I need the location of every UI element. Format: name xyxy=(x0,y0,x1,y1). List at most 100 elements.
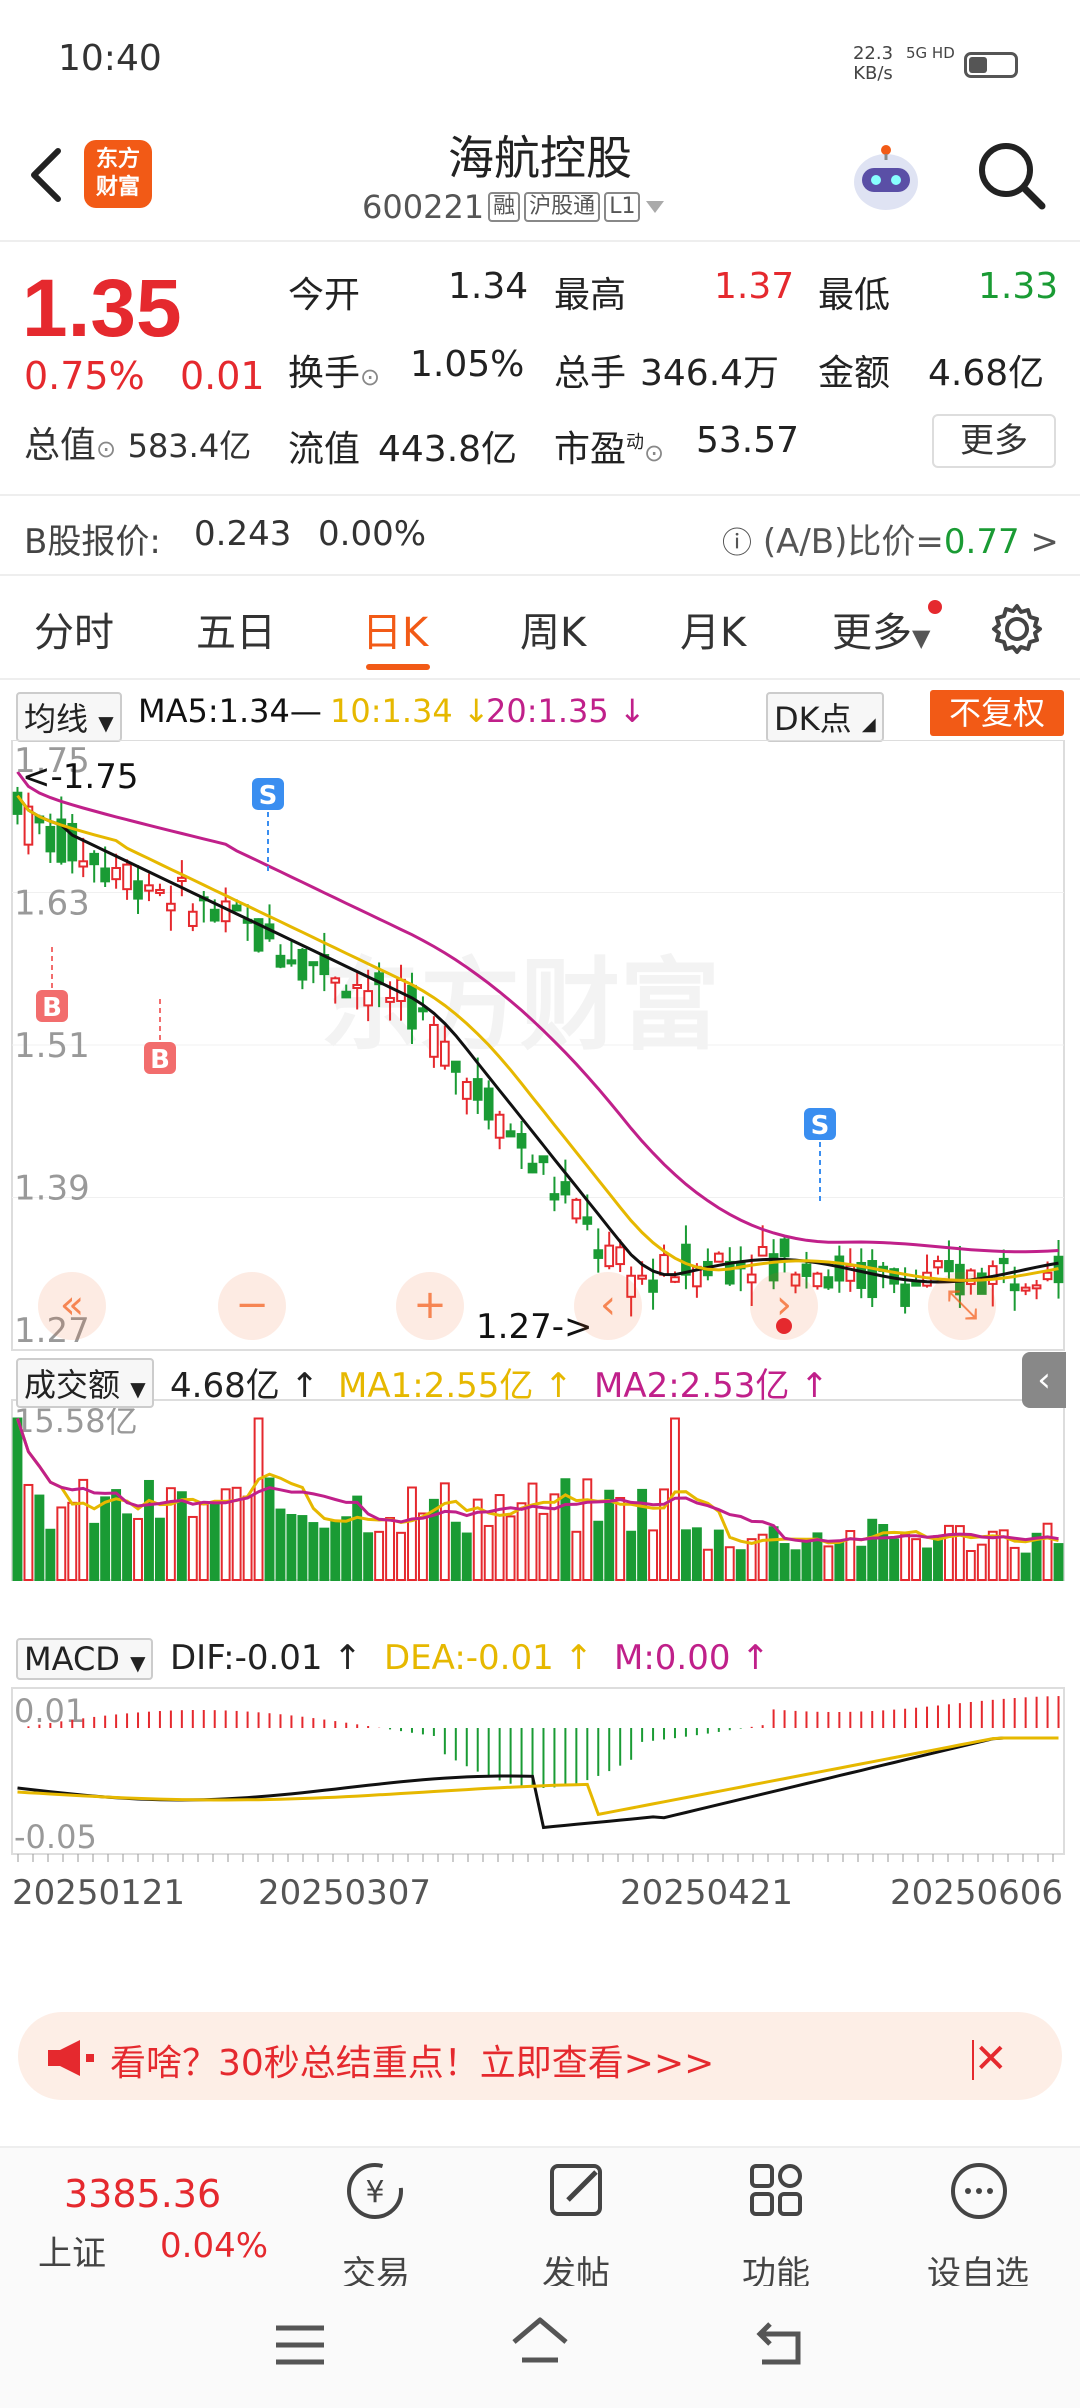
menu-icon[interactable] xyxy=(272,2320,328,2374)
open-label: 今开 xyxy=(288,275,361,316)
more-quote-button[interactable]: 更多 xyxy=(932,414,1056,468)
tab-weekly-k[interactable]: 周K xyxy=(520,600,586,658)
macd-dif: DIF:-0.01 ↑ xyxy=(170,1638,362,1678)
volume-bar xyxy=(111,1489,122,1582)
volume-bar xyxy=(976,1543,987,1581)
volume-bar xyxy=(867,1518,878,1581)
volume-bar xyxy=(198,1503,209,1581)
candle-body xyxy=(648,1279,658,1293)
candle-body xyxy=(440,1040,450,1067)
functions-icon[interactable] xyxy=(742,2156,812,2230)
volume-bar xyxy=(691,1527,702,1582)
date-tick-label: 20250307 xyxy=(258,1873,431,1913)
back-arrow-icon xyxy=(31,148,61,202)
volume-bar xyxy=(527,1482,538,1582)
status-time: 10:40 xyxy=(58,38,162,79)
notification-dot xyxy=(928,600,942,614)
settings-button[interactable] xyxy=(990,602,1044,660)
candle-body xyxy=(593,1249,604,1259)
tab-intraday[interactable]: 分时 xyxy=(34,600,114,658)
zoom-out-button[interactable]: − xyxy=(218,1272,286,1340)
low-value: 1.33 xyxy=(978,266,1059,307)
candle-body xyxy=(352,983,363,989)
candle-body xyxy=(659,1254,669,1276)
candle-body xyxy=(155,888,165,894)
volume-bar xyxy=(407,1486,417,1581)
caret-down-icon[interactable] xyxy=(644,199,666,215)
search-button[interactable] xyxy=(974,138,1050,214)
candle-body xyxy=(527,1162,538,1174)
tab-more[interactable]: 更多▼ xyxy=(832,600,930,658)
candle-body xyxy=(144,884,154,892)
trade-icon[interactable]: ¥ xyxy=(340,2156,410,2230)
candle-body xyxy=(308,961,319,967)
candle-body xyxy=(998,1257,1009,1265)
back-nav-icon[interactable] xyxy=(752,2316,808,2376)
volume-bar xyxy=(374,1530,385,1582)
ab-ratio[interactable]: ⓘ (A/B)比价=0.77 > xyxy=(722,514,1059,563)
margin-tag: 融 xyxy=(488,192,521,222)
candle-body xyxy=(823,1276,834,1289)
volume-bar xyxy=(922,1547,932,1581)
volume-bar xyxy=(593,1520,604,1581)
index-value[interactable]: 3385.36 xyxy=(64,2172,221,2216)
tab-daily-k[interactable]: 日K xyxy=(362,600,428,658)
volume-bar xyxy=(735,1549,746,1581)
pe-label[interactable]: 市盈动⊙ xyxy=(554,420,664,472)
adjustment-button[interactable]: 不复权 xyxy=(930,690,1064,736)
back-button[interactable] xyxy=(22,145,72,205)
volume-bar xyxy=(615,1496,626,1581)
volume-bar xyxy=(648,1529,659,1581)
index-pct: 0.04% xyxy=(160,2226,269,2266)
watchlist-icon[interactable] xyxy=(944,2156,1014,2230)
prev-candle-button[interactable]: ‹ xyxy=(574,1272,642,1340)
close-banner-button[interactable]: ✕ xyxy=(974,2036,1008,2082)
scroll-left-button[interactable]: « xyxy=(38,1272,106,1340)
volume-value: 346.4万 xyxy=(640,353,780,394)
b-share-pct: 0.00% xyxy=(318,514,427,554)
candle-body xyxy=(286,959,297,965)
chart-panel-frame xyxy=(11,1687,1065,1855)
stock-code: 600221 xyxy=(362,188,485,226)
high-label: 最高 xyxy=(554,275,627,316)
price-tick-label: 1.63 xyxy=(14,884,90,924)
total-market-cap[interactable]: 总值⊙ 583.4亿 xyxy=(24,416,251,468)
volume-bar xyxy=(341,1516,352,1581)
collapse-panel-button[interactable]: ‹ xyxy=(1022,1352,1066,1408)
open-value: 1.34 xyxy=(448,266,529,307)
app-logo[interactable]: 东方 财富 xyxy=(84,140,152,208)
dk-point-selector[interactable]: DK点 ◢ xyxy=(766,692,884,742)
macd-dif-line xyxy=(17,1736,1059,1830)
volume-bar xyxy=(823,1545,834,1581)
indicator-selector[interactable]: 均线 ▼ xyxy=(16,692,122,742)
candle-body xyxy=(538,1155,549,1164)
volume-ma2: MA2:2.53亿 ↑ xyxy=(594,1366,829,1406)
volume-bar xyxy=(571,1530,582,1582)
volume-bar xyxy=(100,1496,111,1581)
volume-bar xyxy=(209,1503,220,1582)
caret-down-icon: ▼ xyxy=(912,624,931,652)
change-percent: 0.75% xyxy=(24,354,145,398)
candle-body xyxy=(341,990,352,999)
volume-value: 4.68亿 ↑ xyxy=(170,1366,319,1406)
candle-body xyxy=(1042,1271,1053,1281)
tab-monthly-k[interactable]: 月K xyxy=(680,600,746,658)
post-icon[interactable] xyxy=(542,2156,612,2230)
network-speed: 22.3 KB/s xyxy=(852,43,894,84)
volume-bar xyxy=(746,1538,757,1581)
chevron-right-icon: > xyxy=(1030,522,1059,562)
home-icon[interactable] xyxy=(508,2314,572,2374)
candle-body xyxy=(363,990,373,1007)
turnover-value: 1.05% xyxy=(410,344,525,385)
ai-assistant-robot-icon[interactable] xyxy=(846,138,926,218)
turnover-label[interactable]: 换手⊙ xyxy=(288,344,380,396)
candle-body xyxy=(297,948,308,981)
candle-body xyxy=(231,904,242,912)
volume-bar xyxy=(900,1532,911,1581)
volume-indicator-selector[interactable]: 成交额 ▼ xyxy=(16,1358,154,1408)
fullscreen-button[interactable]: ⤡ xyxy=(928,1272,996,1340)
volume-ma1: MA1:2.55亿 ↑ xyxy=(338,1366,573,1406)
zoom-in-button[interactable]: + xyxy=(396,1272,464,1340)
macd-selector[interactable]: MACD ▼ xyxy=(16,1638,154,1680)
tab-five-day[interactable]: 五日 xyxy=(196,600,276,658)
